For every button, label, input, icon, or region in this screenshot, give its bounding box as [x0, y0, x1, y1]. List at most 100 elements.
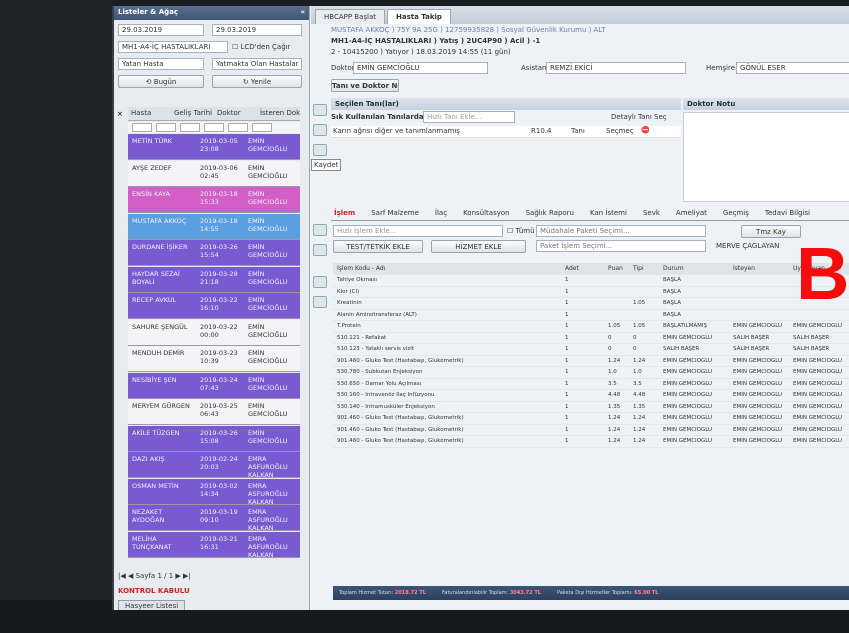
table-row[interactable]: Alanin Aminotransferaz (ALT) 1 BAŞLA — [333, 310, 849, 321]
table-row[interactable]: 510.123 - Yataklı servis vizit 1 0 0 SALİH B… — [333, 344, 849, 356]
table-row[interactable]: 901.460 - Gluko Test (Hastabaşı, Glukome… — [333, 436, 849, 448]
patient-row[interactable]: OSMAN METİN 2019-03-02 14:34 EMRA ASFUROĞL… — [128, 478, 300, 505]
filter-cell[interactable] — [252, 123, 272, 132]
clinic-select[interactable]: MH1-A4-İÇ HASTALIKLARI — [118, 41, 228, 53]
subtab-gecmis[interactable]: Geçmiş — [720, 207, 752, 220]
th-count[interactable]: Adet — [565, 265, 579, 272]
subtab-islem[interactable]: İşlem — [331, 207, 358, 220]
filter-cell[interactable] — [180, 123, 200, 132]
table-row[interactable]: 901.460 - Gluko Test (Hastabaşı, Glukome… — [333, 425, 849, 436]
assistant-select[interactable]: REMZİ EKİCİ — [546, 62, 686, 74]
tab-tani-doktor-notu[interactable]: Tanı ve Doktor Notu — [331, 79, 399, 92]
col-header-patient[interactable]: Hasta — [128, 107, 171, 120]
patient-row[interactable]: MERYEM GÜRGEN 2019-03-25 06:43 EMİN GEMCİO… — [128, 399, 300, 425]
patient-row[interactable]: DAZI AKIŞ 2019-02-24 20:03 EMRA ASFUROĞLU … — [128, 452, 300, 478]
pager: |◀ ◀ Sayfa 1 / 1 ▶ ▶| — [118, 572, 191, 580]
refresh-button[interactable]: ↻ Yenile — [212, 75, 302, 88]
today-button[interactable]: ⟲ Bugün — [118, 75, 204, 88]
patient-row[interactable]: MENDUH DEMİR 2019-03-23 10:39 EMİN GEMCİOĞ… — [128, 346, 300, 372]
subtab-saglik-raporu[interactable]: Sağlık Raporu — [523, 207, 577, 220]
patient-row[interactable]: MUSTAFA AKKOÇ 2019-03-18 14:55 EMİN GEMCİO… — [128, 213, 300, 240]
tool-icon[interactable] — [313, 244, 327, 256]
patient-row[interactable]: METİN TÜRK 2019-03-05 23:08 EMİN GEMCİOĞLU — [128, 134, 300, 160]
tool-icon[interactable] — [313, 124, 327, 136]
close-icon[interactable]: × — [117, 110, 123, 118]
table-row[interactable]: Kreatinin 1 1.05 BAŞLA — [333, 298, 849, 310]
filter-cell[interactable] — [156, 123, 176, 132]
package-process-select[interactable]: Paket İşlem Seçimi... — [536, 240, 706, 252]
doctor-filter-select[interactable]: MERVE ÇAĞLAYAN — [716, 242, 779, 250]
subtab-ilac[interactable]: İlaç — [432, 207, 450, 220]
th-status[interactable]: Durum — [663, 265, 684, 272]
patient-cell-doctor: EMİN GEMCİOĞLU — [248, 243, 288, 259]
lcd-call-checkbox[interactable]: ☐ LCD'den Çağır — [232, 43, 290, 51]
col-header-doctor[interactable]: Doktor — [214, 107, 257, 120]
date-from-field[interactable]: 29.03.2019 — [118, 24, 204, 36]
patient-row[interactable]: ENSİN KAYA 2019-03-18 15:33 EMİN GEMCİOĞLU — [128, 187, 300, 213]
patient-row[interactable]: NESİBİYE ŞEN 2019-03-24 07:43 EMİN GEMCİOĞ… — [128, 372, 300, 399]
table-cell: 1 — [565, 288, 569, 295]
table-row[interactable]: 901.460 - Gluko Test (Hastabaşı, Glukome… — [333, 413, 849, 425]
subtab-sarf[interactable]: Sarf Malzeme — [368, 207, 422, 220]
nurse-select[interactable]: GÖNÜL ESER — [736, 62, 849, 74]
subtab-konsultasyon[interactable]: Konsültasyon — [460, 207, 513, 220]
th-code[interactable]: İşlem Kodu - Adı — [337, 265, 385, 272]
quick-diagnosis-input[interactable]: Hızlı Tanı Ekle... — [423, 111, 515, 123]
add-test-button[interactable]: TEST/TETKİK EKLE — [333, 240, 423, 253]
patient-row[interactable]: NEZAKET AYDOĞAN 2019-03-19 09:10 EMRA ASFU… — [128, 505, 300, 531]
patient-row[interactable]: SAHURE ŞENGÜL 2019-03-22 00:00 EMİN GEMCİO… — [128, 319, 300, 346]
table-row[interactable]: 530.140 - İntramusküler Enjeksiyon 1 1.35 1… — [333, 402, 849, 413]
detailed-diag-link[interactable]: Detaylı Tanı Seç — [611, 113, 667, 121]
page-value[interactable]: 1 / 1 — [157, 572, 173, 580]
date-to-field[interactable]: 29.03.2019 — [212, 24, 302, 36]
patient-state-select[interactable]: Yatmakta Olan Hastalar — [212, 58, 302, 70]
patient-row[interactable]: HAYDAR SEZAİ BOYALI 2019-03-28 21:18 EMİN … — [128, 266, 300, 293]
filter-cell[interactable] — [132, 123, 152, 132]
tab-hasta-takip[interactable]: Hasta Takip — [387, 9, 451, 24]
patient-row[interactable]: AKİLE TÜZGEN 2019-03-26 15:08 EMİN GEMCİOĞ… — [128, 425, 300, 452]
table-row[interactable]: 530.650 - Damar Yolu Açılması 1 3.5 3.5 EMİN… — [333, 379, 849, 390]
table-row[interactable]: T.Protein 1 1.05 1.05 BAŞLATILMAMIŞ EMİN GEMC… — [333, 321, 849, 333]
quick-process-input[interactable]: Hızlı İşlem Ekle... — [333, 225, 503, 237]
doctor-select[interactable]: EMİN GEMCİOĞLU — [353, 62, 488, 74]
delete-icon[interactable]: ⛔ — [641, 126, 650, 134]
patient-list-tab[interactable]: Hasyeer Listesi — [118, 600, 186, 610]
tool-icon[interactable] — [313, 224, 327, 236]
subtab-tedavi[interactable]: Tedavi Bilgisi — [762, 207, 813, 220]
filter-cell[interactable] — [204, 123, 224, 132]
table-row[interactable]: Tahlye Okması 1 BAŞLA — [333, 275, 849, 287]
table-row[interactable]: 901.460 - Gluko Test (Hastabaşı, Glukome… — [333, 356, 849, 367]
tool-icon[interactable] — [313, 104, 327, 116]
tab-hbcapp[interactable]: HBCAPP Başlat — [315, 9, 386, 24]
tool-icon[interactable] — [313, 296, 327, 308]
all-checkbox[interactable]: ☐ Tümü — [507, 227, 535, 235]
table-row[interactable]: 530.160 - İntravenöz İlaç İnfüzyonu 1 4.48… — [333, 390, 849, 402]
patient-row[interactable]: RECEP AVKUL 2019-03-22 16:10 EMİN GEMCİOĞL… — [128, 293, 300, 319]
subtab-ameliyat[interactable]: Ameliyat — [673, 207, 710, 220]
add-service-button[interactable]: HİZMET EKLE — [431, 240, 526, 253]
patient-row[interactable]: MELİHA TUNÇKANAT 2019-03-21 16:31 EMRA ASF… — [128, 531, 300, 558]
th-requester[interactable]: İsteyen — [733, 265, 755, 272]
col-header-requester[interactable]: İsteren Dok. — [257, 107, 300, 120]
collapse-icon[interactable]: « — [300, 8, 305, 18]
patient-type-select[interactable]: Yatan Hasta — [118, 58, 204, 70]
patient-row[interactable]: DURDANE İŞİKER 2019-03-26 15:54 EMİN GEMCİ… — [128, 240, 300, 266]
filter-cell[interactable] — [228, 123, 248, 132]
tmz-kay-button[interactable]: Tmz Kay — [741, 225, 801, 238]
col-header-date[interactable]: Geliş Tarihi — [171, 107, 214, 120]
th-points[interactable]: Puan — [608, 265, 623, 272]
diagnosis-row[interactable]: Karın ağrısı diğer ve tanımlanmamış R10.… — [331, 126, 681, 138]
subtab-sevk[interactable]: Sevk — [640, 207, 663, 220]
tool-icon[interactable] — [313, 276, 327, 288]
subtab-kan-istemi[interactable]: Kan İstemi — [587, 207, 630, 220]
table-row[interactable]: Klor (Cl) 1 BAŞLA — [333, 287, 849, 298]
kontrol-label[interactable]: KONTROL KABULÜ — [118, 587, 190, 595]
doctor-note-area[interactable] — [683, 112, 849, 202]
patient-row[interactable]: AYŞE ZEDEF 2019-03-06 02:45 EMİN GEMCİOĞLU — [128, 160, 300, 187]
table-row[interactable]: 530.780 - Subkutan Enjeksiyon 1 1.0 1.0 EMİN… — [333, 367, 849, 379]
table-cell: 0 — [633, 346, 637, 352]
save-icon[interactable] — [313, 144, 327, 156]
package-select[interactable]: Müdahale Paketi Seçimi... — [536, 225, 706, 237]
th-type[interactable]: Tipi — [633, 265, 644, 272]
table-row[interactable]: 510.121 - Refakat 1 0 0 EMİN GEMCİOĞLU SALİH … — [333, 333, 849, 344]
